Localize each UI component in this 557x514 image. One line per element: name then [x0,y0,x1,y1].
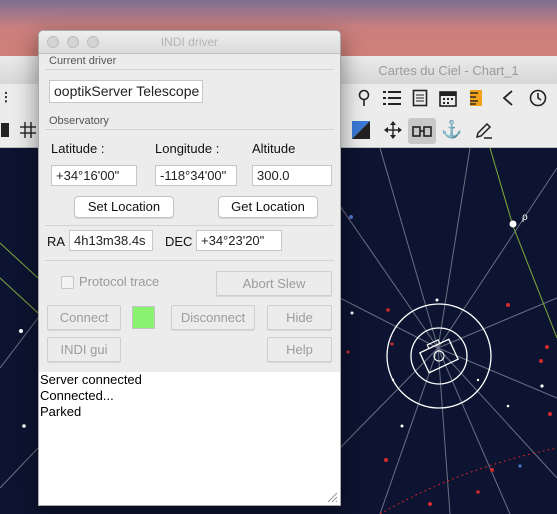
move-icon[interactable] [381,118,405,142]
divider [45,260,334,261]
log-line: Connected... [40,388,114,403]
indi-driver-window: INDI driver Current driver ooptikServer … [38,30,341,506]
help-button[interactable]: Help [267,337,332,362]
current-driver-field[interactable]: ooptikServer Telescope [49,80,203,103]
log-area[interactable]: Server connected Connected... Parked [39,372,340,505]
binoculars-icon[interactable] [408,118,436,144]
hide-button[interactable]: Hide [267,305,332,330]
anchor-icon[interactable]: ⚓ [440,118,464,142]
connect-button[interactable]: Connect [47,305,121,330]
disconnect-button[interactable]: Disconnect [171,305,255,330]
altitude-label: Altitude [252,141,296,156]
window-title: INDI driver [160,35,219,49]
current-driver-label: Current driver [49,55,117,67]
latitude-field[interactable]: +34°16'00" [51,165,137,186]
set-location-button[interactable]: Set Location [74,196,174,218]
dec-label: DEC [165,234,193,249]
log-line: Server connected [40,372,142,387]
observatory-label: Observatory [49,115,109,127]
divider [45,225,334,226]
ra-label: RA [47,234,66,249]
notebook-icon[interactable] [408,86,432,110]
connection-status-indicator [132,306,155,329]
divider [45,69,334,70]
indi-gui-button[interactable]: INDI gui [47,337,121,362]
ruler-icon[interactable] [464,86,488,110]
abort-slew-button[interactable]: Abort Slew [216,271,332,296]
flag-icon[interactable] [0,118,10,142]
back-arrow-icon[interactable] [496,86,520,110]
edit-icon[interactable] [472,118,496,142]
longitude-field[interactable]: -118°34'00" [155,165,237,186]
star-label: ρ [522,212,528,223]
grid-icon[interactable] [16,118,40,142]
dec-field[interactable]: +34°23'20" [196,230,282,251]
log-line: Parked [40,404,82,419]
calendar-icon[interactable] [436,86,460,110]
app-title: Cartes du Ciel - Chart_1 [378,63,519,78]
altitude-field[interactable]: 300.0 [252,165,332,186]
ra-field[interactable]: 4h13m38.4s [69,230,153,251]
list-icon[interactable] [380,86,404,110]
blue-square-icon[interactable] [349,118,373,142]
pin-icon[interactable] [352,86,376,110]
protocol-trace-label: Protocol trace [79,274,160,289]
protocol-trace-checkbox[interactable] [61,276,74,289]
get-location-button[interactable]: Get Location [218,196,318,218]
longitude-label: Longitude : [155,141,220,156]
clock-icon[interactable] [526,86,550,110]
overflow-icon[interactable]: ⁝ [0,86,12,110]
latitude-label: Latitude : [51,141,105,156]
divider [45,129,334,130]
resize-grip-icon[interactable] [326,491,338,503]
